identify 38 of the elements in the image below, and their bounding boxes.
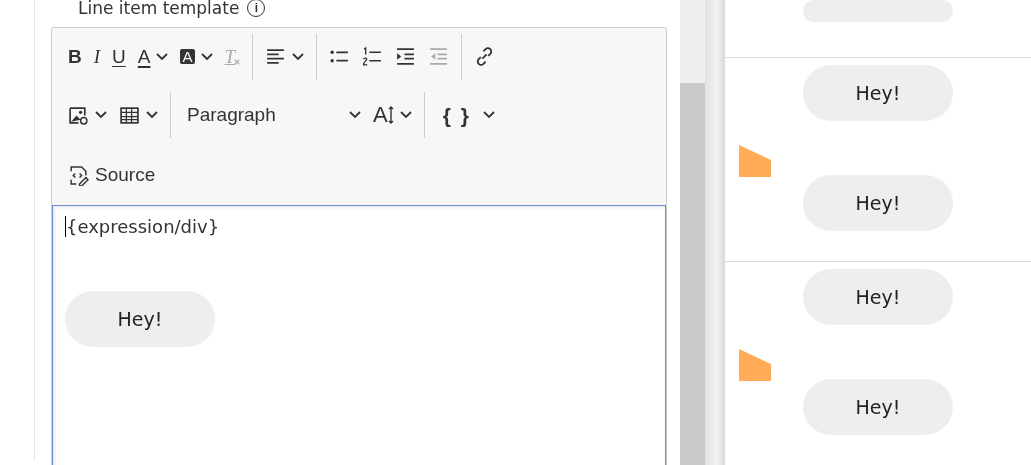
chevron-down-icon [482, 111, 495, 119]
align-left-icon [265, 46, 287, 67]
font-size-button[interactable]: A [367, 98, 418, 132]
chevron-down-icon [292, 52, 305, 61]
table-icon [119, 104, 140, 126]
image-icon [68, 104, 89, 126]
chevron-down-icon [349, 111, 361, 119]
message-bubble: Hey! [803, 378, 953, 435]
font-color-button[interactable]: A [131, 39, 175, 74]
splitter-handle[interactable] [705, 0, 725, 465]
editor-content-area[interactable]: {expression/div} Hey! [52, 205, 666, 465]
message-bubble: Hey! [803, 175, 953, 231]
numbered-list-icon [362, 46, 384, 67]
bold-button[interactable]: B [62, 39, 88, 74]
chevron-down-icon [399, 111, 412, 119]
source-code-icon [68, 164, 89, 186]
message-bubble: Hey! [803, 65, 953, 121]
chevron-down-icon [146, 111, 158, 119]
underline-button[interactable]: U [106, 39, 132, 74]
outdent-icon [428, 46, 450, 67]
highlight-button[interactable]: A [174, 39, 219, 74]
flag-icon [739, 145, 771, 177]
source-button[interactable]: Source [62, 158, 162, 192]
scrollbar[interactable] [680, 0, 705, 465]
field-label: Line item template [78, 0, 240, 18]
chevron-down-icon [156, 52, 169, 61]
small-x-icon [234, 58, 241, 65]
italic-button[interactable]: I [87, 39, 107, 74]
indent-icon [395, 46, 417, 67]
heading-button[interactable]: Paragraph [177, 98, 367, 132]
message-bubble: Hey! [803, 268, 953, 325]
braces-button[interactable]: { } [430, 98, 501, 132]
chevron-down-icon [200, 52, 213, 61]
message-bubble: Hey! [65, 291, 215, 347]
chevron-down-icon [95, 111, 107, 119]
up-down-arrow-icon [387, 105, 394, 125]
flag-icon [739, 348, 771, 381]
expression-text: {expression/div} [65, 216, 220, 237]
